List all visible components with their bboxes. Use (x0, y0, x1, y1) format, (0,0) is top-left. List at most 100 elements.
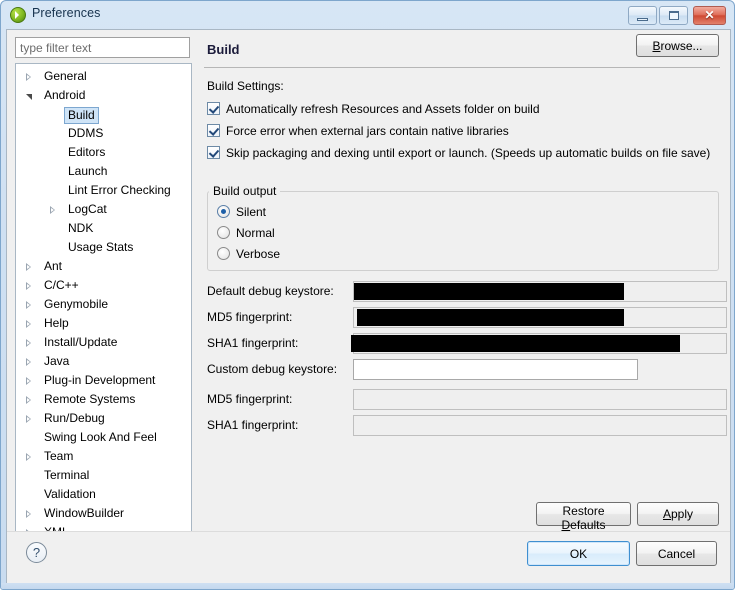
triangle-right-icon[interactable] (26, 415, 31, 423)
checkbox-row-1[interactable]: Automatically refresh Resources and Asse… (207, 100, 540, 117)
footer-divider (7, 531, 730, 532)
field-row-1: Default debug keystore: (207, 281, 727, 303)
cancel-button[interactable]: Cancel (636, 541, 717, 566)
preferences-dialog: Preferences ✕ General Android Build DDMS Edi… (0, 0, 735, 590)
redacted-value (351, 335, 680, 352)
tree-item-android[interactable]: Android (16, 86, 191, 105)
checkbox-label: Automatically refresh Resources and Asse… (226, 101, 540, 116)
tree-item-logcat[interactable]: LogCat (16, 200, 191, 219)
preferences-tree[interactable]: General Android Build DDMS Editors Launch Lint… (15, 63, 192, 545)
tree-item-label: Validation (44, 487, 96, 501)
tree-item-label: Ant (44, 259, 63, 273)
triangle-right-icon[interactable] (26, 320, 31, 328)
build-output-legend: Build output (209, 184, 281, 198)
window-bottom-edge (1, 583, 734, 589)
tree-item-launch[interactable]: Launch (16, 162, 191, 181)
triangle-right-icon[interactable] (26, 377, 31, 385)
radio-label: Silent (236, 204, 267, 219)
triangle-right-icon[interactable] (26, 339, 31, 347)
triangle-right-icon[interactable] (26, 73, 31, 81)
title-bar: Preferences ✕ (1, 1, 734, 29)
radio-label: Normal (236, 225, 275, 240)
tree-item-ddms[interactable]: DDMS (16, 124, 191, 143)
tree-item-windowbuilder[interactable]: WindowBuilder (16, 504, 191, 523)
tree-item-team[interactable]: Team (16, 447, 191, 466)
checkbox-checked-icon[interactable] (207, 146, 220, 159)
tree-item-label: C/C++ (44, 278, 79, 292)
minimize-button[interactable] (628, 6, 657, 25)
triangle-right-icon[interactable] (26, 282, 31, 290)
close-button[interactable]: ✕ (693, 6, 726, 25)
title-divider (204, 67, 720, 68)
tree-item-label: Team (44, 449, 74, 463)
redacted-value (354, 283, 624, 300)
triangle-right-icon[interactable] (50, 206, 55, 214)
triangle-down-icon[interactable] (26, 94, 32, 100)
triangle-right-icon[interactable] (26, 301, 31, 309)
radio-silent[interactable]: Silent (217, 203, 266, 220)
field-label: Default debug keystore: (207, 284, 334, 298)
restore-defaults-button[interactable]: Restore Defaults (536, 502, 631, 532)
tree-item-label: Terminal (44, 468, 90, 482)
triangle-right-icon[interactable] (26, 396, 31, 404)
field-label: SHA1 fingerprint: (207, 336, 299, 350)
tree-item-genymobile[interactable]: Genymobile (16, 295, 191, 314)
tree-item-lint-error-checking[interactable]: Lint Error Checking (16, 181, 191, 200)
tree-item-label: NDK (68, 221, 94, 235)
tree-item-general[interactable]: General (16, 67, 191, 86)
tree-item-c-c[interactable]: C/C++ (16, 276, 191, 295)
radio-unselected-icon[interactable] (217, 226, 230, 239)
tree-item-editors[interactable]: Editors (16, 143, 191, 162)
triangle-right-icon[interactable] (26, 263, 31, 271)
checkbox-checked-icon[interactable] (207, 102, 220, 115)
tree-item-usage-stats[interactable]: Usage Stats (16, 238, 191, 257)
ok-button[interactable]: OK (527, 541, 630, 566)
tree-item-label: Launch (68, 164, 108, 178)
checkbox-row-3[interactable]: Skip packaging and dexing until export o… (207, 144, 710, 161)
question-mark-icon[interactable]: ? (26, 542, 47, 563)
maximize-button[interactable] (659, 6, 688, 25)
tree-item-ant[interactable]: Ant (16, 257, 191, 276)
tree-item-label: Editors (68, 145, 106, 159)
triangle-right-icon[interactable] (26, 510, 31, 518)
tree-item-swing-look-and-feel[interactable]: Swing Look And Feel (16, 428, 191, 447)
tree-item-run-debug[interactable]: Run/Debug (16, 409, 191, 428)
triangle-right-icon[interactable] (26, 358, 31, 366)
tree-item-label: Plug-in Development (44, 373, 156, 387)
tree-item-terminal[interactable]: Terminal (16, 466, 191, 485)
build-settings-label: Build Settings: (207, 79, 284, 93)
tree-item-install-update[interactable]: Install/Update (16, 333, 191, 352)
field-label: SHA1 fingerprint: (207, 418, 299, 432)
filter-input[interactable] (15, 37, 190, 58)
radio-selected-icon[interactable] (217, 205, 230, 218)
tree-item-label: DDMS (68, 126, 104, 140)
apply-button[interactable]: Apply (637, 502, 719, 526)
field-input[interactable] (353, 359, 638, 380)
tree-item-label: Help (44, 316, 69, 330)
field-row-3: SHA1 fingerprint: (207, 333, 727, 355)
tree-item-ndk[interactable]: NDK (16, 219, 191, 238)
tree-item-remote-systems[interactable]: Remote Systems (16, 390, 191, 409)
tree-item-java[interactable]: Java (16, 352, 191, 371)
checkbox-row-2[interactable]: Force error when external jars contain n… (207, 122, 509, 139)
tree-item-validation[interactable]: Validation (16, 485, 191, 504)
field-input (353, 389, 727, 410)
radio-label: Verbose (236, 246, 281, 261)
radio-verbose[interactable]: Verbose (217, 245, 280, 262)
tree-item-label: Swing Look And Feel (44, 430, 157, 444)
tree-item-label: Java (44, 354, 70, 368)
checkbox-checked-icon[interactable] (207, 124, 220, 137)
radio-unselected-icon[interactable] (217, 247, 230, 260)
triangle-right-icon[interactable] (26, 453, 31, 461)
window-title: Preferences (32, 6, 101, 20)
field-row-2: MD5 fingerprint: (207, 307, 727, 329)
radio-normal[interactable]: Normal (217, 224, 275, 241)
tree-item-plug-in-development[interactable]: Plug-in Development (16, 371, 191, 390)
tree-item-label: LogCat (68, 202, 107, 216)
browse-button[interactable]: Browse... (636, 34, 719, 57)
dialog-footer: ? OK Cancel (6, 531, 731, 585)
eclipse-green-circle-icon (10, 7, 26, 23)
tree-item-help[interactable]: Help (16, 314, 191, 333)
field-label: Custom debug keystore: (207, 362, 338, 376)
tree-item-build[interactable]: Build (16, 105, 191, 124)
